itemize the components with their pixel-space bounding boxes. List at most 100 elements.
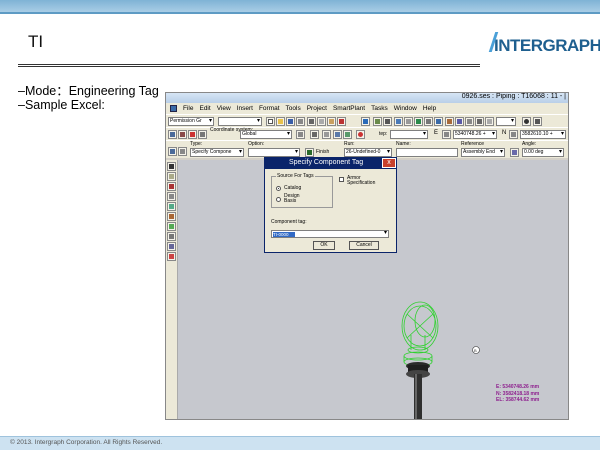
component-tag-value: TI-0000	[273, 232, 295, 237]
bullet-sample-excel: –Sample Excel:	[18, 98, 105, 112]
relative-icon[interactable]	[310, 130, 319, 139]
north-lock-icon[interactable]	[509, 130, 518, 139]
run-label: Run:	[344, 141, 355, 147]
insert-split-icon[interactable]	[167, 222, 176, 231]
menu-insert[interactable]: Insert	[237, 105, 253, 112]
menu-view[interactable]: View	[217, 105, 231, 112]
ok-button[interactable]: OK	[313, 241, 335, 250]
refresh-icon[interactable]	[455, 117, 464, 126]
app-icon[interactable]	[170, 105, 177, 112]
save-icon[interactable]	[286, 117, 295, 126]
zoom-area-icon[interactable]	[434, 117, 443, 126]
cut-icon[interactable]	[307, 117, 316, 126]
east-input[interactable]: 5340748.26 +	[453, 130, 497, 139]
option-select[interactable]	[248, 148, 300, 157]
paste-icon[interactable]	[327, 117, 336, 126]
dialog-close-button[interactable]: x	[382, 158, 396, 168]
east-lock-icon[interactable]	[442, 130, 451, 139]
menu-format[interactable]: Format	[259, 105, 280, 112]
coord-options-icon[interactable]	[296, 130, 305, 139]
clip-icon[interactable]	[475, 117, 484, 126]
copy-icon[interactable]	[317, 117, 326, 126]
render-icon[interactable]	[465, 117, 474, 126]
step-select[interactable]	[390, 130, 428, 139]
reference-label: Reference	[461, 141, 485, 147]
route-pipe-icon[interactable]	[167, 172, 176, 181]
filter-select[interactable]	[218, 117, 262, 126]
select-tool-icon[interactable]	[167, 162, 176, 171]
type-select[interactable]: Specify Compone	[190, 148, 244, 157]
print-icon[interactable]	[296, 117, 305, 126]
insert-component-icon[interactable]	[167, 182, 176, 191]
insert-tap-icon[interactable]	[167, 212, 176, 221]
catalog-radio[interactable]	[276, 186, 281, 191]
magnify-icon[interactable]	[522, 117, 531, 126]
rotate-icon[interactable]	[414, 117, 423, 126]
target-point-icon[interactable]	[356, 130, 365, 139]
menu-smartplant[interactable]: SmartPlant	[333, 105, 365, 112]
menu-tools[interactable]: Tools	[286, 105, 301, 112]
permission-group-select[interactable]: Permission Gr	[168, 117, 214, 126]
fit-icon[interactable]	[445, 117, 454, 126]
point-icon[interactable]	[188, 130, 197, 139]
spherical-icon[interactable]	[333, 130, 342, 139]
run-select[interactable]: 26-Undefined-0	[344, 148, 392, 157]
menu-bar: File Edit View Insert Format Tools Proje…	[166, 103, 568, 114]
reference-select[interactable]: Assembly End	[461, 148, 505, 157]
snap-icon[interactable]	[168, 130, 177, 139]
menu-window[interactable]: Window	[394, 105, 417, 112]
angle-select[interactable]: 0.00 deg	[522, 148, 564, 157]
delete-icon[interactable]	[337, 117, 346, 126]
svg-text:B: B	[474, 348, 477, 353]
view-icon[interactable]	[394, 117, 403, 126]
ribbon-bar: Type: Specify Compone Option: Finish Run…	[166, 140, 568, 158]
menu-file[interactable]: File	[183, 105, 193, 112]
name-input[interactable]	[396, 148, 458, 157]
measure-icon[interactable]	[404, 117, 413, 126]
angle-icon[interactable]	[510, 148, 519, 157]
source-for-tags-label: Source For Tags	[276, 173, 315, 179]
target-icon[interactable]	[178, 130, 187, 139]
logo-text: INTERGRAPH	[494, 36, 600, 55]
connect-icon[interactable]	[167, 252, 176, 261]
grid-icon[interactable]	[198, 130, 207, 139]
coordinate-system-select[interactable]: Global	[240, 130, 292, 139]
coordinate-readout: E: 5340748.26 mm N: 3582418.18 mm EL: 35…	[496, 384, 539, 404]
source-for-tags-group: Source For Tags Catalog Design Basis	[271, 173, 333, 208]
insert-instrument-icon[interactable]	[167, 192, 176, 201]
style-select[interactable]	[496, 117, 516, 126]
design-basis-label: Design Basis	[284, 193, 300, 204]
catalog-label: Catalog	[284, 185, 302, 191]
insert-support-icon[interactable]	[167, 232, 176, 241]
header-line	[0, 12, 600, 14]
intergraph-logo: INTERGRAPH	[488, 32, 600, 56]
armor-specification-checkbox[interactable]	[339, 177, 344, 182]
insert-specialty-icon[interactable]	[167, 202, 176, 211]
ribbon-settings-icon[interactable]	[178, 147, 187, 156]
new-icon[interactable]	[266, 117, 275, 126]
north-input[interactable]: 3582610.10 +	[520, 130, 566, 139]
pipe-body	[406, 362, 430, 419]
open-icon[interactable]	[276, 117, 285, 126]
cylindrical-icon[interactable]	[343, 130, 352, 139]
layer-icon[interactable]	[485, 117, 494, 126]
cancel-button[interactable]: Cancel	[349, 241, 379, 250]
menu-tasks[interactable]: Tasks	[371, 105, 388, 112]
lock-icon[interactable]	[322, 130, 331, 139]
select-icon[interactable]	[383, 117, 392, 126]
menu-project[interactable]: Project	[307, 105, 327, 112]
zoom-icon[interactable]	[533, 117, 542, 126]
properties-icon[interactable]	[373, 117, 382, 126]
insert-feature-icon[interactable]	[167, 242, 176, 251]
menu-edit[interactable]: Edit	[199, 105, 210, 112]
menu-help[interactable]: Help	[423, 105, 436, 112]
app-titlebar: 0926.ses : Piping : T16068 : 11 - |	[166, 93, 568, 103]
finish-icon[interactable]	[305, 148, 314, 157]
undo-icon[interactable]	[361, 117, 370, 126]
header-band	[0, 0, 600, 12]
design-basis-radio[interactable]	[276, 197, 281, 202]
component-tag-select[interactable]: TI-0000 ▾	[271, 230, 389, 238]
finish-button[interactable]: Finish	[316, 149, 329, 155]
pan-icon[interactable]	[424, 117, 433, 126]
ribbon-properties-icon[interactable]	[168, 147, 177, 156]
